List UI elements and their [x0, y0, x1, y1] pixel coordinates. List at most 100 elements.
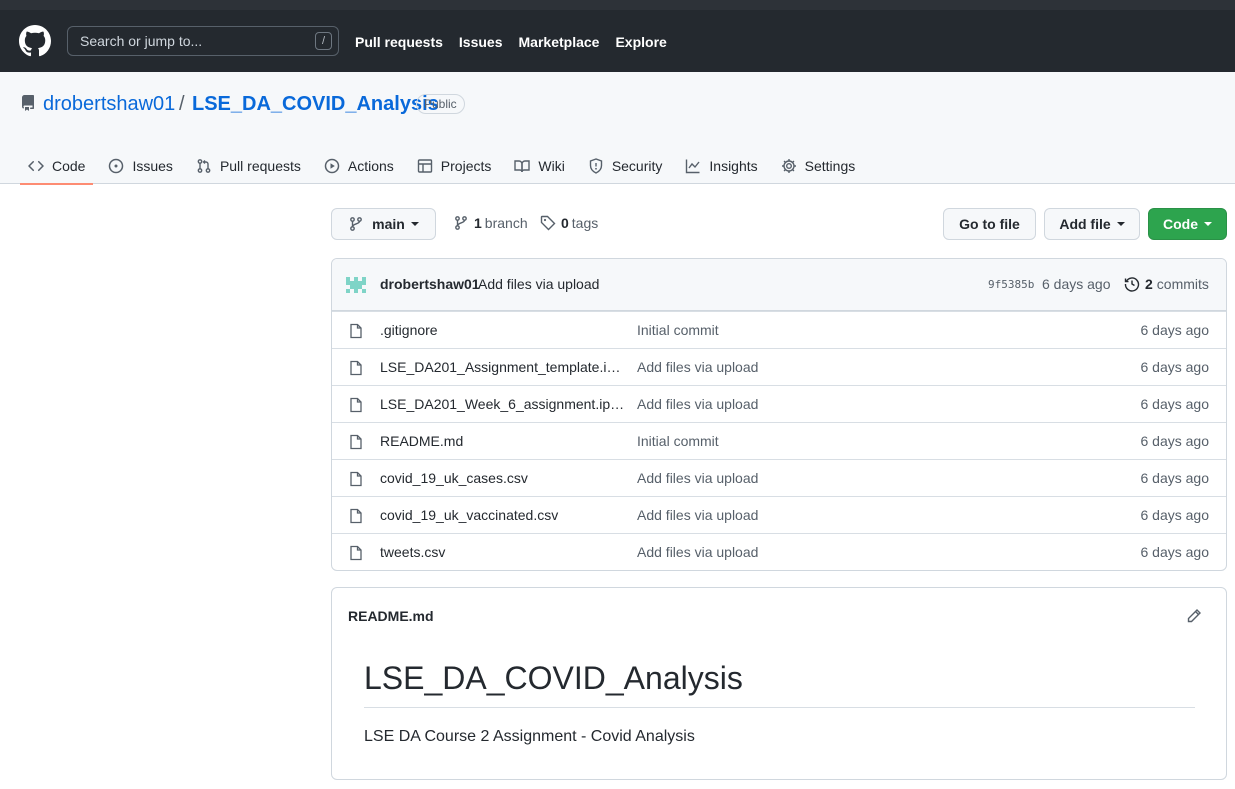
file-commit-message-link[interactable]: Initial commit — [637, 433, 719, 449]
file-time: 6 days ago — [1140, 507, 1210, 523]
go-to-file-button[interactable]: Go to file — [943, 208, 1036, 240]
file-commit-message-link[interactable]: Add files via upload — [637, 507, 758, 523]
file-icon — [350, 471, 362, 487]
file-icon — [350, 508, 362, 524]
branch-select-button[interactable]: main — [331, 208, 436, 240]
search-input[interactable]: Search or jump to... / — [67, 26, 339, 56]
avatar[interactable] — [346, 277, 366, 293]
tab-label: Settings — [804, 158, 856, 174]
tab-settings[interactable]: Settings — [773, 148, 864, 184]
commit-word: commits — [1156, 276, 1209, 292]
chevron-down-icon — [410, 222, 419, 226]
graph-icon — [686, 159, 700, 174]
tab-insights[interactable]: Insights — [677, 148, 765, 184]
file-icon — [350, 545, 362, 561]
file-list: drobertshaw01 Add files via upload 9f538… — [331, 258, 1227, 571]
file-row: LSE_DA201_Assignment_template.ipy... Add… — [332, 348, 1226, 385]
commit-message-link[interactable]: Add files via upload — [478, 276, 599, 292]
tags-link[interactable]: 0 tags — [540, 215, 598, 231]
file-name-link[interactable]: .gitignore — [380, 322, 625, 338]
file-icon — [350, 360, 362, 376]
commit-time: 6 days ago — [1042, 276, 1111, 292]
tag-count: 0 — [561, 215, 569, 231]
github-logo-icon[interactable] — [19, 25, 51, 57]
tab-wiki[interactable]: Wiki — [506, 148, 572, 184]
branch-count: 1 — [474, 215, 482, 231]
branches-link[interactable]: 1 branch — [453, 215, 528, 231]
visibility-badge: Public — [416, 94, 465, 114]
file-commit-message-link[interactable]: Add files via upload — [637, 544, 758, 560]
repo-owner-link[interactable]: drobertshaw01 — [43, 93, 175, 116]
history-icon — [1124, 277, 1140, 292]
tab-projects[interactable]: Projects — [409, 148, 500, 184]
file-row: covid_19_uk_cases.csv Add files via uplo… — [332, 459, 1226, 496]
file-commit-message-link[interactable]: Add files via upload — [637, 396, 758, 412]
add-file-label: Add file — [1059, 216, 1111, 232]
tab-code[interactable]: Code — [20, 148, 94, 185]
file-row: covid_19_uk_vaccinated.csv Add files via… — [332, 496, 1226, 533]
tab-label: Insights — [709, 158, 758, 174]
nav-issues[interactable]: Issues — [459, 34, 503, 50]
tab-security[interactable]: Security — [580, 148, 671, 184]
file-name-link[interactable]: covid_19_uk_cases.csv — [380, 470, 625, 486]
nav-marketplace[interactable]: Marketplace — [519, 34, 600, 50]
file-commit-message-link[interactable]: Initial commit — [637, 322, 719, 338]
file-time: 6 days ago — [1140, 544, 1210, 560]
branch-word: branch — [484, 215, 528, 231]
file-icon — [350, 323, 362, 339]
file-time: 6 days ago — [1140, 322, 1210, 338]
file-icon — [350, 434, 362, 450]
file-name-link[interactable]: README.md — [380, 433, 625, 449]
top-header: Search or jump to... / Pull requests Iss… — [0, 0, 1235, 72]
commit-count: 2 — [1145, 276, 1153, 292]
readme-filename-link[interactable]: README.md — [348, 608, 434, 624]
branch-icon — [350, 217, 363, 231]
file-row: LSE_DA201_Week_6_assignment.ipynb Add fi… — [332, 385, 1226, 422]
repo-path-separator: / — [179, 93, 185, 115]
readme-heading: LSE_DA_COVID_Analysis — [364, 660, 743, 696]
readme-body: LSE DA Course 2 Assignment - Covid Analy… — [364, 728, 695, 745]
file-time: 6 days ago — [1140, 359, 1210, 375]
book-icon — [514, 160, 531, 173]
file-time: 6 days ago — [1140, 470, 1210, 486]
file-row: .gitignore Initial commit 6 days ago — [332, 311, 1226, 348]
tab-actions[interactable]: Actions — [316, 148, 402, 184]
commit-author-link[interactable]: drobertshaw01 — [380, 276, 480, 292]
file-name-link[interactable]: covid_19_uk_vaccinated.csv — [380, 507, 625, 523]
repo-tabs: Code Issues Pull requests Actions Projec… — [20, 148, 870, 185]
pencil-icon[interactable] — [1186, 608, 1202, 624]
play-icon — [324, 158, 340, 174]
file-name-link[interactable]: LSE_DA201_Week_6_assignment.ipynb — [380, 396, 625, 412]
nav-pull-requests[interactable]: Pull requests — [355, 34, 443, 50]
code-icon — [28, 160, 44, 172]
global-nav: Pull requests Issues Marketplace Explore — [355, 34, 667, 50]
search-shortcut-key: / — [315, 32, 332, 50]
commits-link[interactable]: 2 commits — [1124, 276, 1209, 292]
commit-sha-link[interactable]: 9f5385b — [988, 278, 1034, 291]
pull-request-icon — [197, 159, 211, 173]
code-button[interactable]: Code — [1148, 208, 1227, 240]
chevron-down-icon — [1116, 222, 1125, 226]
file-commit-message-link[interactable]: Add files via upload — [637, 359, 758, 375]
gear-icon — [781, 159, 796, 173]
file-commit-message-link[interactable]: Add files via upload — [637, 470, 758, 486]
shield-icon — [589, 158, 603, 174]
add-file-button[interactable]: Add file — [1044, 208, 1140, 240]
file-row: README.md Initial commit 6 days ago — [332, 422, 1226, 459]
repo-name-link[interactable]: LSE_DA_COVID_Analysis — [192, 93, 439, 116]
tab-pull-requests[interactable]: Pull requests — [188, 148, 309, 184]
file-name-link[interactable]: LSE_DA201_Assignment_template.ipy... — [380, 359, 625, 375]
file-row: tweets.csv Add files via upload 6 days a… — [332, 533, 1226, 570]
tab-issues[interactable]: Issues — [100, 148, 180, 184]
tab-label: Code — [52, 158, 86, 174]
tab-label: Actions — [347, 158, 394, 174]
search-placeholder: Search or jump to... — [80, 33, 203, 49]
file-time: 6 days ago — [1140, 433, 1210, 449]
file-name-link[interactable]: tweets.csv — [380, 544, 625, 560]
branch-name: main — [372, 216, 405, 232]
file-icon — [350, 397, 362, 413]
tab-label: Wiki — [538, 158, 565, 174]
tag-icon — [540, 215, 556, 231]
nav-explore[interactable]: Explore — [615, 34, 666, 50]
tab-label: Projects — [440, 158, 492, 174]
